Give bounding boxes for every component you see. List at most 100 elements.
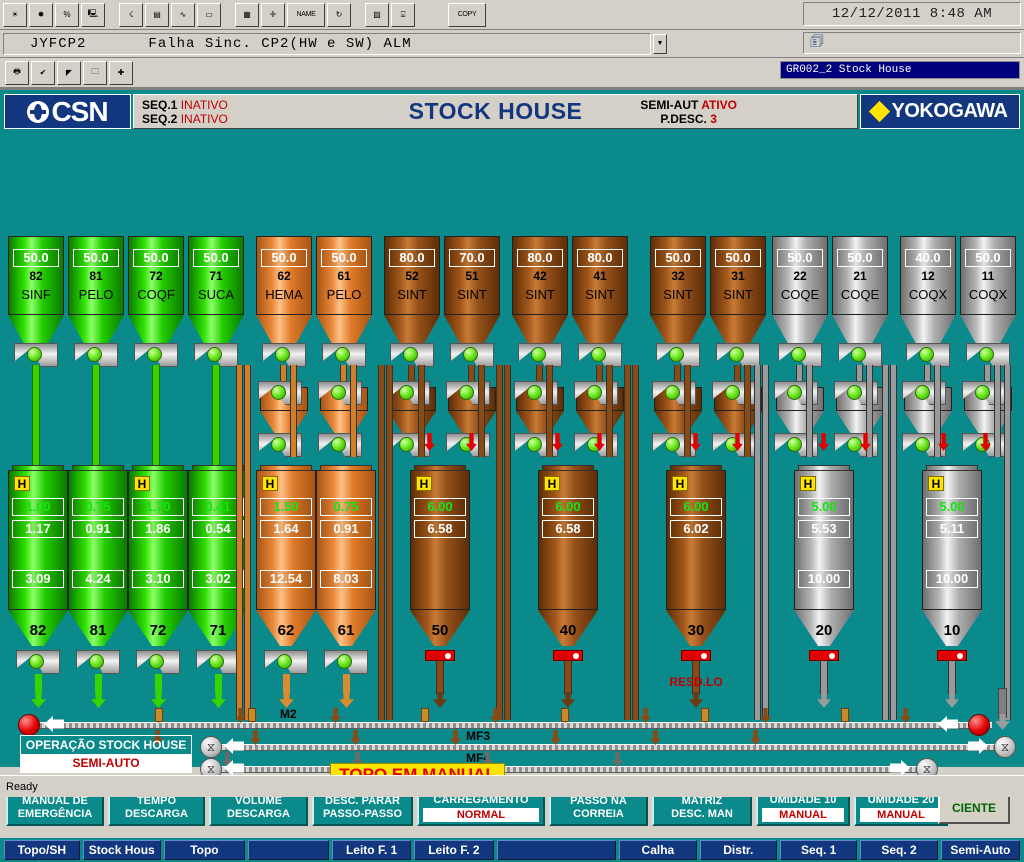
alarm-message-field[interactable]: JYFCP2 Falha Sinc. CP2(HW e SW) ALM xyxy=(3,32,651,55)
hopper-setpoint[interactable]: 6.00 xyxy=(670,498,722,516)
hopper-actual-weight[interactable]: 6.02 xyxy=(670,520,722,538)
silo-setpoint[interactable]: 50.0 xyxy=(73,249,119,267)
lamp-off-icon[interactable]: ☀ xyxy=(3,2,27,27)
check-icon[interactable]: ✔ xyxy=(31,60,55,85)
silo-setpoint[interactable]: 50.0 xyxy=(655,249,701,267)
hopper-total-weight[interactable]: 3.10 xyxy=(132,570,184,588)
nav-tab-blank-6[interactable] xyxy=(496,840,617,860)
conveyor-motor-stopped-indicator[interactable] xyxy=(18,714,40,736)
hopper-discharge-valve-closed[interactable] xyxy=(553,650,583,661)
nav-tab-distr[interactable]: Distr. xyxy=(699,840,777,860)
hopper-actual-weight[interactable]: 1.64 xyxy=(260,520,312,538)
silo-setpoint[interactable]: 50.0 xyxy=(193,249,239,267)
percent-icon[interactable]: % xyxy=(55,2,79,27)
hopper-discharge-valve-closed[interactable] xyxy=(937,650,967,661)
monitor-icon[interactable]: 🖳 xyxy=(81,2,105,27)
silo-setpoint[interactable]: 70.0 xyxy=(449,249,495,267)
flag-icon[interactable]: ⌺ xyxy=(391,2,415,27)
navigate-icon[interactable]: ✛ xyxy=(261,2,285,27)
hopper-total-weight[interactable]: 10.00 xyxy=(926,570,978,588)
silo-setpoint[interactable]: 50.0 xyxy=(777,249,823,267)
open-folder-icon[interactable]: 🗀 xyxy=(83,60,107,85)
nav-tab-leito-f-2[interactable]: Leito F. 2 xyxy=(414,840,494,860)
hopper-actual-weight[interactable]: 6.58 xyxy=(542,520,594,538)
hopper-actual-weight[interactable]: 1.86 xyxy=(132,520,184,538)
nav-tab-seq-2[interactable]: Seq. 2 xyxy=(860,840,938,860)
screen-icon[interactable]: ▤ xyxy=(145,2,169,27)
nav-tab-blank-3[interactable] xyxy=(247,840,330,860)
hopper-total-weight[interactable]: 8.03 xyxy=(320,570,372,588)
hand-mode-badge[interactable]: H xyxy=(800,476,816,491)
hopper-setpoint[interactable]: 6.00 xyxy=(542,498,594,516)
hopper-actual-weight[interactable]: 5.11 xyxy=(926,520,978,538)
hopper-actual-weight[interactable]: 5.53 xyxy=(798,520,850,538)
hopper-setpoint[interactable]: 1.50 xyxy=(260,498,312,516)
conveyor-drive-pulley[interactable]: ⧖ xyxy=(200,736,222,758)
silo-setpoint[interactable]: 80.0 xyxy=(389,249,435,267)
nav-tab-topo-sh[interactable]: Topo/SH xyxy=(4,840,80,860)
add-window-icon[interactable]: ✚ xyxy=(109,60,133,85)
hopper-setpoint[interactable]: 1.70 xyxy=(132,498,184,516)
hand-mode-badge[interactable]: H xyxy=(544,476,560,491)
hopper-actual-weight[interactable]: 0.91 xyxy=(320,520,372,538)
nav-tab-semi-auto[interactable]: Semi-Auto xyxy=(940,840,1020,860)
chevron-down-icon[interactable]: ▼ xyxy=(653,33,667,54)
hopper-setpoint[interactable]: 5.00 xyxy=(926,498,978,516)
hopper-setpoint[interactable]: 1.00 xyxy=(12,498,64,516)
silo-setpoint[interactable]: 80.0 xyxy=(517,249,563,267)
hopper-total-weight[interactable]: 10.00 xyxy=(798,570,850,588)
hand-mode-badge[interactable]: H xyxy=(928,476,944,491)
hopper-setpoint[interactable]: 0.75 xyxy=(320,498,372,516)
conveyor-belt[interactable] xyxy=(216,744,1008,751)
hopper-discharge-valve-closed[interactable] xyxy=(425,650,455,661)
copy-icon[interactable]: COPY xyxy=(448,2,486,27)
lamp-on-icon[interactable]: ✸ xyxy=(29,2,53,27)
nav-tab-topo[interactable]: Topo xyxy=(163,840,245,860)
hand-mode-badge[interactable]: H xyxy=(262,476,278,491)
silo-setpoint[interactable]: 50.0 xyxy=(965,249,1011,267)
silo-setpoint[interactable]: 50.0 xyxy=(715,249,761,267)
silo-setpoint[interactable]: 50.0 xyxy=(261,249,307,267)
silo-setpoint[interactable]: 40.0 xyxy=(905,249,951,267)
hopper-total-weight[interactable]: 12.54 xyxy=(260,570,312,588)
hand-mode-badge[interactable]: H xyxy=(14,476,30,491)
hand-mode-badge[interactable]: H xyxy=(672,476,688,491)
silo-setpoint[interactable]: 50.0 xyxy=(13,249,59,267)
hopper-setpoint[interactable]: 6.00 xyxy=(414,498,466,516)
hatch-icon[interactable]: ▨ xyxy=(365,2,389,27)
loop-icon[interactable]: ↻ xyxy=(327,2,351,27)
hopper-actual-weight[interactable]: 1.17 xyxy=(12,520,64,538)
nav-tab-calha[interactable]: Calha xyxy=(619,840,697,860)
hand-mode-badge[interactable]: H xyxy=(134,476,150,491)
nav-tab-seq-1[interactable]: Seq. 1 xyxy=(779,840,858,860)
hopper-actual-weight[interactable]: 0.91 xyxy=(72,520,124,538)
hopper-setpoint[interactable]: 5.00 xyxy=(798,498,850,516)
conveyor-motor-stopped-indicator[interactable] xyxy=(968,714,990,736)
hopper-setpoint[interactable]: 0.75 xyxy=(72,498,124,516)
silo-setpoint[interactable]: 50.0 xyxy=(321,249,367,267)
conveyor-belt[interactable] xyxy=(216,766,934,773)
nav-tab-leito-f-1[interactable]: Leito F. 1 xyxy=(332,840,412,860)
silo-setpoint[interactable]: 50.0 xyxy=(133,249,179,267)
nav-tab-stock-hous[interactable]: Stock Hous xyxy=(82,840,161,860)
hopper-actual-weight[interactable]: 6.58 xyxy=(414,520,466,538)
page-icon[interactable]: ◤ xyxy=(57,60,81,85)
print-preview-icon[interactable]: 🖶 xyxy=(5,60,29,85)
conveyor-belt[interactable] xyxy=(30,722,992,729)
operation-mode-box[interactable]: OPERAÇÃO STOCK HOUSE SEMI-AUTO xyxy=(20,735,192,773)
grid-icon[interactable]: ▦ xyxy=(235,2,259,27)
report-icon[interactable]: ▭ xyxy=(197,2,221,27)
hopper-discharge-valve-closed[interactable] xyxy=(809,650,839,661)
window-title-bar[interactable]: GR002_2 Stock House xyxy=(780,61,1020,79)
name-icon[interactable]: NAME xyxy=(287,2,325,27)
operator-icon[interactable]: ☇ xyxy=(119,2,143,27)
hopper-total-weight[interactable]: 3.09 xyxy=(12,570,64,588)
silo-setpoint[interactable]: 50.0 xyxy=(837,249,883,267)
silo-setpoint[interactable]: 80.0 xyxy=(577,249,623,267)
trend-icon[interactable]: ∿ xyxy=(171,2,195,27)
hopper-total-weight[interactable]: 4.24 xyxy=(72,570,124,588)
conveyor-drive-pulley[interactable]: ⧖ xyxy=(994,736,1016,758)
hand-mode-badge[interactable]: H xyxy=(416,476,432,491)
alarm-ack-icon-box[interactable]: 🗊 xyxy=(803,32,1021,54)
hopper-discharge-valve-closed[interactable] xyxy=(681,650,711,661)
